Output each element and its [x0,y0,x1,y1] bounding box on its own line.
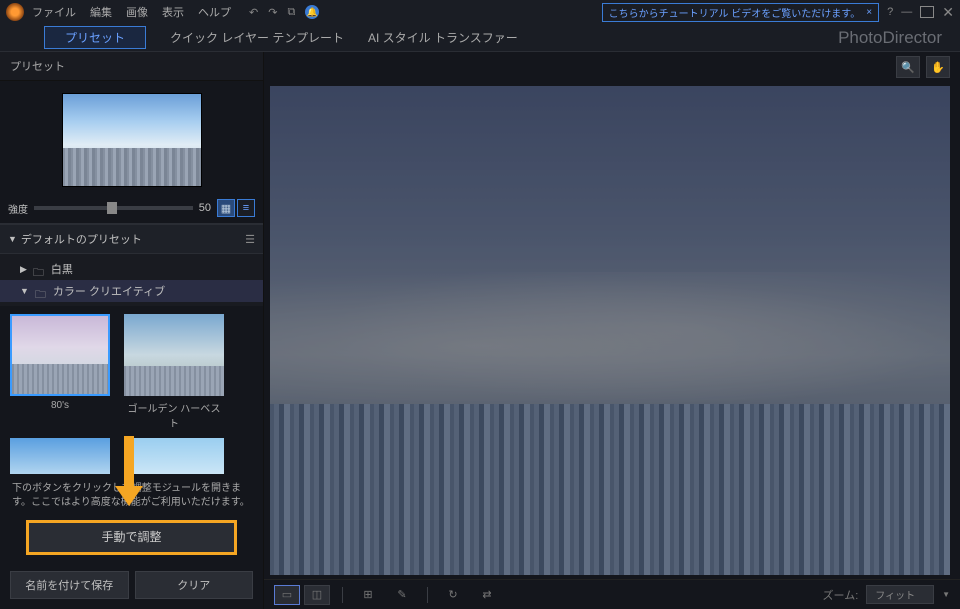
intensity-slider[interactable] [34,206,193,210]
menu-edit[interactable]: 編集 [90,4,112,20]
preset-thumb[interactable] [10,438,110,474]
close-icon[interactable]: × [866,7,872,18]
chevron-down-icon: ▼ [20,286,29,296]
tree-item-bw[interactable]: ▶ 🗀 白黒 [0,258,263,280]
sidebar-title: プリセット [0,52,263,81]
menu-file[interactable]: ファイル [32,4,76,20]
save-as-button[interactable]: 名前を付けて保存 [10,571,129,599]
app-icon [6,3,24,21]
tutorial-arrow [114,436,144,510]
brand-label: PhotoDirector [838,28,942,48]
tab-quick-layer[interactable]: クイック レイヤー テンプレート [170,29,344,46]
manual-adjust-button[interactable]: 手動で調整 [26,520,237,555]
redo-icon[interactable]: ↷ [268,6,277,19]
tree-label: カラー クリエイティブ [53,283,165,299]
clear-button[interactable]: クリア [135,571,254,599]
rotate-icon[interactable]: ↻ [440,585,466,605]
close-window-icon[interactable]: ✕ [942,4,954,21]
brush-icon[interactable]: ✎ [389,585,415,605]
preview-area [0,81,263,193]
share-icon[interactable]: ⧉ [287,6,295,19]
zoom-tool-icon[interactable]: 🔍 [896,56,920,78]
view-split-icon[interactable]: ◫ [304,585,330,605]
thumb-label: 80's [10,400,110,411]
dim-overlay [270,86,950,575]
preview-thumbnail [62,93,202,187]
more-options-icon[interactable]: ☰ [245,233,255,246]
tree-label: 白黒 [51,261,73,277]
intensity-value: 50 [199,202,211,214]
maximize-icon[interactable] [920,6,934,18]
minimize-icon[interactable]: — [901,6,912,18]
view-single-icon[interactable]: ▭ [274,585,300,605]
tab-ai-style[interactable]: AI スタイル トランスファー [368,29,518,46]
preset-category-header[interactable]: ▼ デフォルトのプリセット ☰ [0,224,263,254]
tab-preset[interactable]: プリセット [44,26,146,49]
separator [342,587,343,603]
thumb-label: ゴールデン ハーベスト [124,400,224,430]
preset-thumb-80s[interactable]: 80's [10,314,110,430]
histogram-icon[interactable]: ⊞ [355,585,381,605]
chevron-down-icon: ▼ [8,234,17,244]
intensity-label: 強度 [8,201,28,216]
tree-item-color-creative[interactable]: ▼ 🗀 カラー クリエイティブ [0,280,263,302]
canvas-image[interactable] [270,86,950,575]
preset-thumb-golden-harvest[interactable]: ゴールデン ハーベスト [124,314,224,430]
separator [427,587,428,603]
list-view-icon[interactable]: ≡ [237,199,255,217]
menu-image[interactable]: 画像 [126,4,148,20]
menu-help[interactable]: ヘルプ [198,4,231,20]
pan-tool-icon[interactable]: ✋ [926,56,950,78]
category-label: デフォルトのプリセット [21,231,142,247]
zoom-select[interactable]: フィット [866,585,934,604]
help-icon[interactable]: ? [887,6,893,18]
chevron-right-icon: ▶ [20,264,27,275]
menu-view[interactable]: 表示 [162,4,184,20]
folder-icon: 🗀 [35,286,47,296]
flip-icon[interactable]: ⇄ [474,585,500,605]
chevron-down-icon[interactable]: ▼ [942,590,950,599]
tutorial-banner[interactable]: こちらからチュートリアル ビデオをご覧いただけます。 × [602,3,880,22]
folder-icon: 🗀 [33,264,45,274]
grid-view-icon[interactable]: ▦ [217,199,235,217]
tutorial-text: こちらからチュートリアル ビデオをご覧いただけます。 [609,5,861,20]
notification-icon[interactable]: 🔔 [305,5,319,19]
zoom-label: ズーム: [823,587,859,603]
undo-icon[interactable]: ↶ [249,6,258,19]
